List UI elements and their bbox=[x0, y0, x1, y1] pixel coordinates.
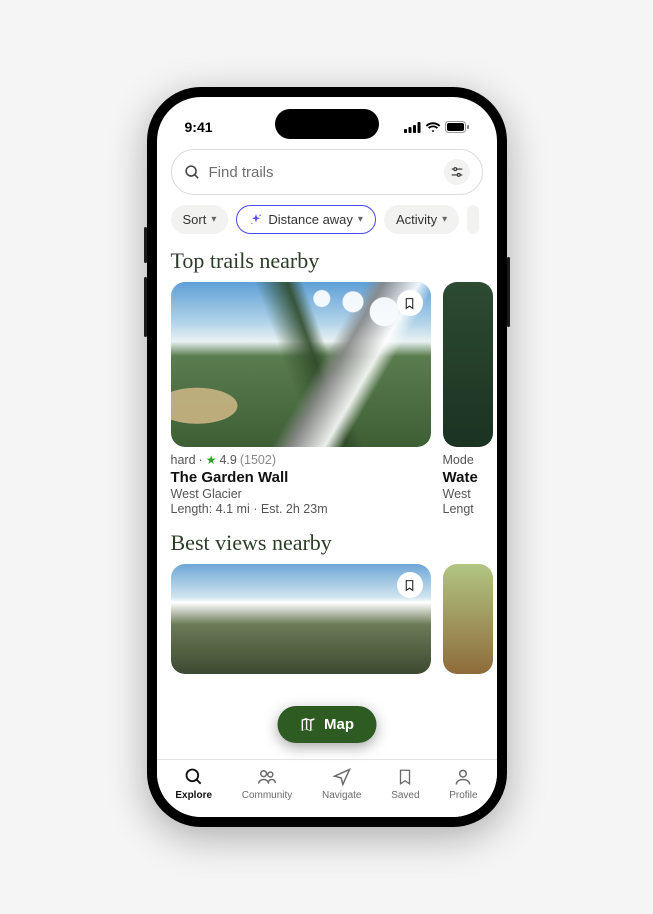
section-title-top-trails: Top trails nearby bbox=[157, 248, 497, 282]
chevron-down-icon: ▾ bbox=[358, 214, 363, 225]
tab-bar: Explore Community Navigate Saved Profile bbox=[157, 759, 497, 817]
view-image bbox=[443, 564, 493, 674]
tab-saved[interactable]: Saved bbox=[391, 766, 419, 801]
status-indicators bbox=[404, 121, 469, 133]
tab-community[interactable]: Community bbox=[242, 766, 293, 801]
filter-button[interactable] bbox=[444, 159, 470, 185]
trail-image bbox=[443, 282, 493, 447]
chip-label: Distance away bbox=[268, 212, 353, 227]
top-trails-carousel[interactable]: hard · ★ 4.9 (1502) The Garden Wall West… bbox=[157, 282, 497, 530]
profile-icon bbox=[452, 766, 474, 788]
tab-label: Profile bbox=[449, 790, 477, 801]
cellular-icon bbox=[404, 122, 421, 133]
tab-navigate[interactable]: Navigate bbox=[322, 766, 361, 801]
tab-explore[interactable]: Explore bbox=[175, 766, 212, 801]
community-icon bbox=[256, 766, 278, 788]
chip-sort[interactable]: Sort ▾ bbox=[171, 205, 229, 234]
difficulty: hard bbox=[171, 453, 196, 467]
chip-label: Activity bbox=[396, 212, 437, 227]
tab-profile[interactable]: Profile bbox=[449, 766, 477, 801]
search-input[interactable] bbox=[209, 164, 436, 181]
chevron-down-icon: ▾ bbox=[442, 214, 447, 225]
chip-more[interactable] bbox=[467, 205, 479, 234]
trail-card[interactable]: hard · ★ 4.9 (1502) The Garden Wall West… bbox=[171, 282, 431, 516]
trail-meta: hard · ★ 4.9 (1502) bbox=[171, 447, 431, 467]
dynamic-island bbox=[275, 109, 379, 139]
view-image bbox=[171, 564, 431, 674]
explore-icon bbox=[183, 766, 205, 788]
trail-location: West Glacier bbox=[171, 486, 431, 501]
trail-name: The Garden Wall bbox=[171, 467, 431, 486]
tab-label: Navigate bbox=[322, 790, 361, 801]
bookmark-button[interactable] bbox=[397, 572, 423, 598]
reviews: (1502) bbox=[240, 453, 276, 467]
saved-icon bbox=[394, 766, 416, 788]
view-card[interactable] bbox=[171, 564, 431, 674]
filter-chips: Sort ▾ Distance away ▾ Activity ▾ bbox=[157, 195, 497, 248]
rating: 4.9 bbox=[219, 453, 236, 467]
star-icon: ★ bbox=[206, 453, 217, 467]
navigate-icon bbox=[331, 766, 353, 788]
status-time: 9:41 bbox=[185, 119, 213, 135]
map-icon bbox=[299, 716, 316, 733]
chip-activity[interactable]: Activity ▾ bbox=[384, 205, 459, 234]
screen: 9:41 Sort ▾ bbox=[157, 97, 497, 817]
bookmark-icon bbox=[403, 579, 416, 592]
search-icon bbox=[184, 164, 201, 181]
trail-meta: Mode bbox=[443, 447, 493, 467]
phone-frame: 9:41 Sort ▾ bbox=[147, 87, 507, 827]
trail-card-peek[interactable]: Mode Wate West Lengt bbox=[443, 282, 493, 516]
chevron-down-icon: ▾ bbox=[211, 214, 216, 225]
trail-length: Length: 4.1 mi · Est. 2h 23m bbox=[171, 501, 431, 516]
scroll-content[interactable]: Sort ▾ Distance away ▾ Activity ▾ Top tr… bbox=[157, 143, 497, 759]
battery-icon bbox=[445, 121, 469, 133]
search-bar[interactable] bbox=[171, 149, 483, 195]
view-card-peek[interactable] bbox=[443, 564, 493, 674]
wifi-icon bbox=[425, 122, 441, 133]
trail-image bbox=[171, 282, 431, 447]
trail-length: Lengt bbox=[443, 501, 493, 516]
map-label: Map bbox=[324, 716, 354, 733]
trail-name: Wate bbox=[443, 467, 493, 486]
map-button[interactable]: Map bbox=[277, 706, 376, 743]
section-title-best-views: Best views nearby bbox=[157, 530, 497, 564]
chip-label: Sort bbox=[183, 212, 207, 227]
bookmark-icon bbox=[403, 297, 416, 310]
sparkle-icon bbox=[249, 213, 263, 227]
best-views-carousel[interactable] bbox=[157, 564, 497, 688]
tab-label: Community bbox=[242, 790, 293, 801]
trail-location: West bbox=[443, 486, 493, 501]
tab-label: Saved bbox=[391, 790, 419, 801]
tab-label: Explore bbox=[175, 790, 212, 801]
bookmark-button[interactable] bbox=[397, 290, 423, 316]
sliders-icon bbox=[450, 165, 464, 179]
chip-distance[interactable]: Distance away ▾ bbox=[236, 205, 376, 234]
